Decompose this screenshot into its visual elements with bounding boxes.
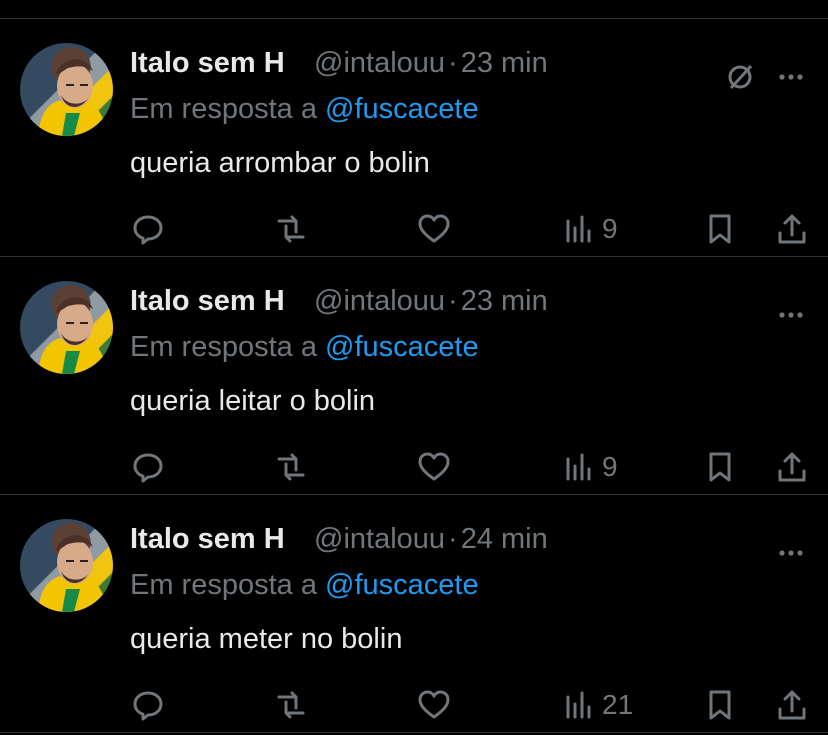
share-icon [778,452,806,482]
retweet-button[interactable] [272,684,310,726]
heart-icon [418,214,450,243]
reply-mention[interactable]: @fuscacete [325,331,479,363]
display-name[interactable]: Italo sem H [130,285,285,318]
bookmark-icon [709,690,731,720]
reply-mention[interactable]: @fuscacete [325,569,479,601]
user-handle[interactable]: @intalouu [314,47,445,79]
tweet-text: queria leitar o bolin [130,385,376,417]
more-options-icon[interactable] [774,536,808,570]
bookmark-button[interactable] [704,208,736,250]
views-button[interactable]: 21 [564,684,633,726]
share-button[interactable] [774,446,810,488]
tweet-card[interactable]: Italo sem H @intalouu · 24 min Em resposta… [0,494,828,732]
tweet-actions: 9 [0,446,828,488]
heart-icon [418,690,450,719]
user-handle[interactable]: @intalouu [314,285,445,317]
reply-context: Em resposta a @fuscacete [130,93,479,126]
avatar[interactable] [20,43,113,136]
avatar-image [38,59,108,136]
post-time[interactable]: 23 min [461,285,548,317]
muted-icon[interactable] [723,60,757,94]
tweet-text: queria meter no bolin [130,623,403,655]
view-count: 9 [602,213,618,244]
views-button[interactable]: 9 [564,208,618,250]
views-icon [566,691,591,719]
retweet-icon [277,691,305,719]
bookmark-button[interactable] [704,446,736,488]
like-button[interactable] [415,684,453,726]
avatar[interactable] [20,519,113,612]
post-time[interactable]: 23 min [461,47,548,79]
avatar[interactable] [20,281,113,374]
bookmark-icon [709,452,731,482]
handle-and-time[interactable]: @intalouu · 24 min [314,523,548,556]
bookmark-icon [709,214,731,244]
handle-and-time[interactable]: @intalouu · 23 min [314,47,548,80]
reply-button[interactable] [130,684,166,726]
avatar-image [38,297,108,374]
reply-icon [133,691,163,721]
like-button[interactable] [415,446,453,488]
share-button[interactable] [774,208,810,250]
separator-dot: · [448,285,458,317]
view-count: 21 [602,689,634,720]
bookmark-button[interactable] [704,684,736,726]
reply-prefix: Em resposta a [130,331,317,363]
reply-feed: Italo sem H @intalouu · 23 min Em resposta… [0,0,828,735]
reply-prefix: Em resposta a [130,569,317,601]
share-icon [778,214,806,244]
handle-and-time[interactable]: @intalouu · 23 min [314,285,548,318]
avatar-image [38,535,108,612]
share-button[interactable] [774,684,810,726]
share-icon [778,690,806,720]
tweet-card[interactable]: Italo sem H @intalouu · 23 min Em resposta… [0,18,828,256]
retweet-button[interactable] [272,208,310,250]
tweet-actions: 21 [0,684,828,726]
retweet-icon [277,453,305,481]
reply-context: Em resposta a @fuscacete [130,331,479,364]
display-name[interactable]: Italo sem H [130,523,285,556]
heart-icon [418,452,450,481]
reply-button[interactable] [130,446,166,488]
views-button[interactable]: 9 [564,446,618,488]
views-icon [566,453,591,481]
reply-prefix: Em resposta a [130,93,317,125]
more-options-icon[interactable] [774,60,808,94]
view-count: 9 [602,451,618,482]
display-name[interactable]: Italo sem H [130,47,285,80]
post-time[interactable]: 24 min [461,523,548,555]
reply-button[interactable] [130,208,166,250]
reply-mention[interactable]: @fuscacete [325,93,479,125]
tweet-card[interactable]: Italo sem H @intalouu · 23 min Em resposta… [0,256,828,494]
tweet-text: queria arrombar o bolin [130,147,430,179]
views-icon [566,215,591,243]
retweet-icon [277,215,305,243]
reply-icon [133,215,163,245]
separator-dot: · [448,523,458,555]
like-button[interactable] [415,208,453,250]
reply-icon [133,453,163,483]
retweet-button[interactable] [272,446,310,488]
more-options-icon[interactable] [774,298,808,332]
reply-context: Em resposta a @fuscacete [130,569,479,602]
feed-divider [0,732,828,733]
separator-dot: · [448,47,458,79]
tweet-actions: 9 [0,208,828,250]
user-handle[interactable]: @intalouu [314,523,445,555]
